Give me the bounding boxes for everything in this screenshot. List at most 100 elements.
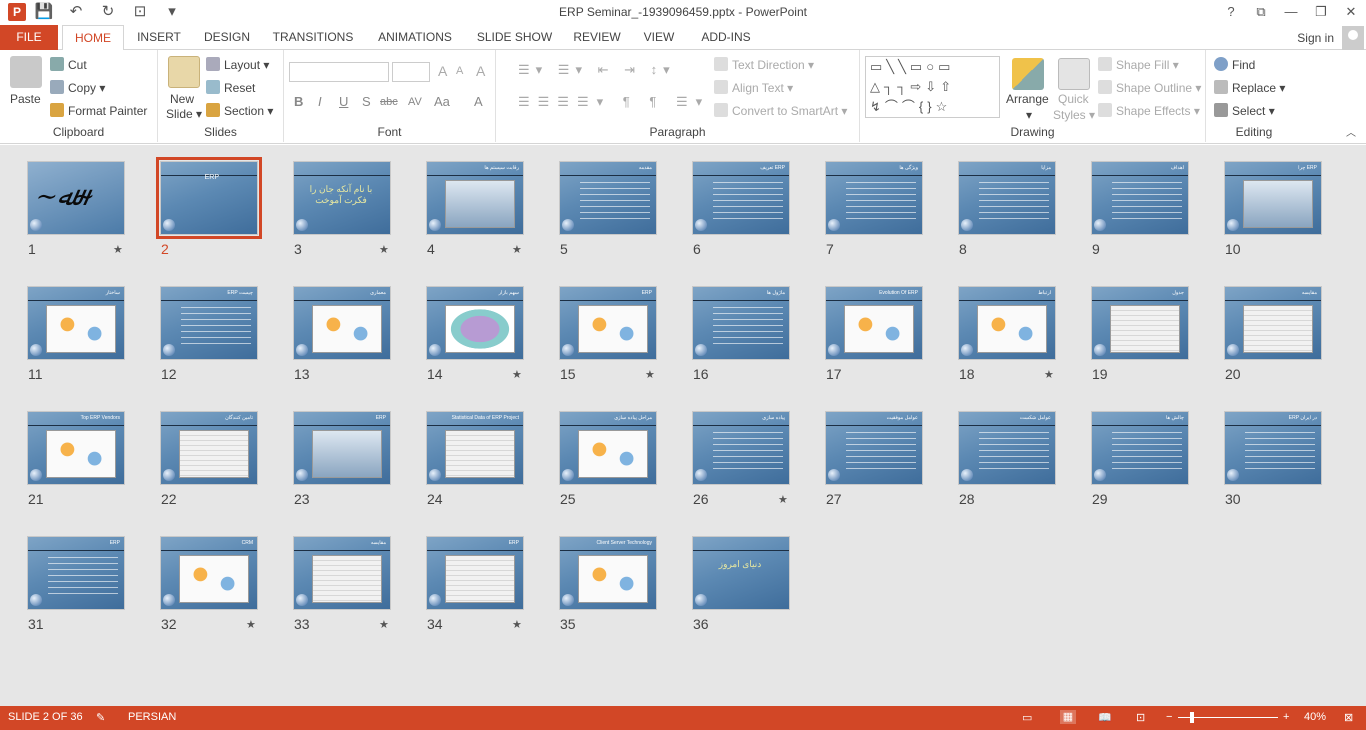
slide-thumbnail[interactable]: رقابت سیستم ها [426,161,524,235]
normal-view-icon[interactable]: ▭ [1022,711,1032,724]
slide-thumbnail[interactable]: ERP چیست [160,286,258,360]
slide-show-view-icon[interactable]: ⊡ [1136,711,1145,724]
restore-icon[interactable]: ❐ [1306,0,1336,24]
notes-icon[interactable]: ✎ [96,711,105,724]
font-size-dropdown[interactable] [392,62,430,82]
slide-thumbnail[interactable]: ارتباط [958,286,1056,360]
clear-formatting-button[interactable]: A [476,63,485,79]
paste-icon[interactable] [10,56,42,88]
arrange-icon[interactable] [1012,58,1044,90]
avatar[interactable] [1342,26,1364,50]
slide-thumbnail[interactable]: ERP [293,411,391,485]
quick-styles-icon[interactable] [1058,58,1090,90]
slide-thumbnail[interactable]: Evolution Of ERP [825,286,923,360]
font-name-dropdown[interactable] [289,62,389,82]
replace-button[interactable]: Replace ▾ [1214,80,1285,95]
layout-button[interactable]: Layout ▾ [206,57,269,72]
close-icon[interactable]: ✕ [1336,0,1366,24]
transition-star-icon[interactable]: ★ [512,618,522,631]
tab-design[interactable]: DESIGN [198,25,256,50]
convert-smartart-button[interactable]: Convert to SmartArt ▾ [714,103,847,118]
slide-thumbnail[interactable]: ERP [426,536,524,610]
tab-review[interactable]: REVIEW [568,25,626,50]
collapse-ribbon-icon[interactable]: ︿ [1346,124,1356,139]
align-text-button[interactable]: Align Text ▾ [714,80,793,95]
list-buttons[interactable]: ☰▾ ☰▾ ⇤ ⇥ ↕▾ [518,62,676,78]
slide-thumbnail[interactable]: CRM [160,536,258,610]
change-case-button[interactable]: Aa [434,94,450,109]
slide-thumbnail[interactable]: تامین کنندگان [160,411,258,485]
slide-thumbnail[interactable]: مقایسه [1224,286,1322,360]
transition-star-icon[interactable]: ★ [379,243,389,256]
sign-in-link[interactable]: Sign in [1297,31,1334,45]
reading-view-icon[interactable]: 📖 [1098,711,1112,724]
slide-thumbnail[interactable]: Statistical Data of ERP Project [426,411,524,485]
slide-sorter-view-icon[interactable]: ▦ [1060,710,1076,724]
tab-animations[interactable]: ANIMATIONS [370,25,460,50]
slide-thumbnail[interactable]: ERP [27,536,125,610]
slide-thumbnail[interactable]: سهم بازار [426,286,524,360]
shrink-font-button[interactable]: A [456,65,463,77]
tab-slide-show[interactable]: SLIDE SHOW [472,25,557,50]
italic-button[interactable]: I [318,94,322,109]
bold-button[interactable]: B [294,94,303,109]
zoom-level[interactable]: 40% [1304,711,1326,723]
slide-thumbnail[interactable]: ویژگی ها [825,161,923,235]
slide-thumbnail[interactable]: مقدمه [559,161,657,235]
tab-home[interactable]: HOME [62,25,124,51]
shape-fill-button[interactable]: Shape Fill ▾ [1098,57,1179,72]
slide-thumbnail[interactable]: دنیای امروز [692,536,790,610]
slide-thumbnail[interactable]: ERP [559,286,657,360]
slide-thumbnail[interactable]: با نام آنکه جان را فکرت آموخت [293,161,391,235]
shadow-button[interactable]: S [362,94,371,109]
arrange-button[interactable]: Arrange [1006,92,1049,106]
slide-thumbnail[interactable]: ERP [156,157,262,239]
slide-thumbnail[interactable]: معماری [293,286,391,360]
font-color-button[interactable]: A [474,94,483,109]
slide-thumbnail[interactable]: عوامل موفقیت [825,411,923,485]
shape-outline-button[interactable]: Shape Outline ▾ [1098,80,1201,95]
format-painter-button[interactable]: Format Painter [50,103,147,118]
quick-styles-button[interactable]: Quick [1058,92,1089,106]
slide-thumbnail[interactable]: Top ERP Vendors [27,411,125,485]
language-indicator[interactable]: PERSIAN [128,711,176,723]
slide-thumbnail[interactable]: ماژول ها [692,286,790,360]
tab-transitions[interactable]: TRANSITIONS [268,25,358,50]
slide-thumbnail[interactable]: چرا ERP [1224,161,1322,235]
slide-thumbnail[interactable]: ERP در ایران [1224,411,1322,485]
slide-thumbnail[interactable]: تعریف ERP [692,161,790,235]
slide-thumbnail[interactable]: مقایسه [293,536,391,610]
slide-thumbnail[interactable]: Client Server Technology [559,536,657,610]
arrange-dropdown-icon[interactable]: ▾ [1026,108,1032,122]
section-button[interactable]: Section ▾ [206,103,273,118]
paste-button[interactable]: Paste [10,92,41,106]
zoom-in-icon[interactable]: + [1283,711,1289,723]
slide-thumbnail[interactable]: جدول [1091,286,1189,360]
transition-star-icon[interactable]: ★ [113,243,123,256]
shapes-gallery[interactable]: ▭╲╲▭○▭ △┐┐⇨⇩⇧ ↯⌒⌒{}☆ [865,56,1000,118]
character-spacing-button[interactable]: AV [408,96,422,108]
slide-thumbnail[interactable]: چالش ها [1091,411,1189,485]
help-icon[interactable]: ? [1216,0,1246,24]
slide-thumbnail[interactable]: اهداف [1091,161,1189,235]
cut-button[interactable]: Cut [50,57,87,72]
select-button[interactable]: Select ▾ [1214,103,1275,118]
new-slide-icon[interactable] [168,56,200,88]
slide-thumbnail[interactable]: مراحل پیاده سازی [559,411,657,485]
slide-thumbnail[interactable]: عوامل شکست [958,411,1056,485]
find-button[interactable]: Find [1214,57,1255,72]
minimize-icon[interactable]: — [1276,0,1306,24]
quick-styles-button-line2[interactable]: Styles ▾ [1053,108,1095,122]
underline-button[interactable]: U [339,94,348,109]
transition-star-icon[interactable]: ★ [778,493,788,506]
transition-star-icon[interactable]: ★ [1044,368,1054,381]
tab-add-ins[interactable]: ADD-INS [692,25,760,50]
transition-star-icon[interactable]: ★ [379,618,389,631]
zoom-slider-thumb[interactable] [1190,712,1194,723]
slide-thumbnail[interactable]: ~ﷲ~ [27,161,125,235]
transition-star-icon[interactable]: ★ [512,243,522,256]
copy-button[interactable]: Copy ▾ [50,80,105,95]
grow-font-button[interactable]: A [438,63,447,79]
new-slide-button-line2[interactable]: Slide ▾ [166,107,202,121]
tab-view[interactable]: VIEW [636,25,682,50]
